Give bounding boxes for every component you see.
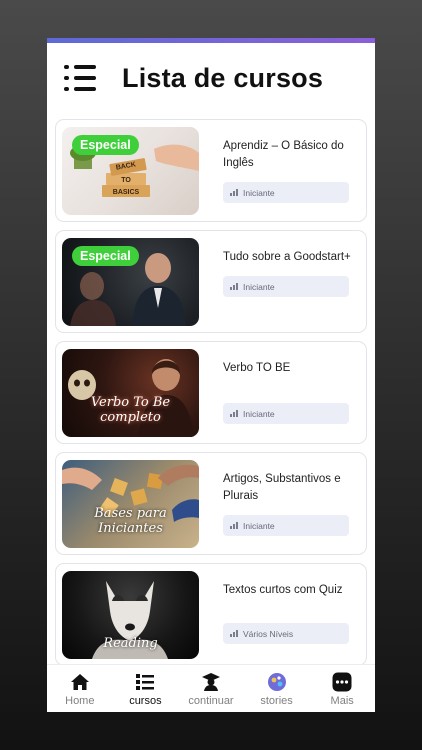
level-bars-icon xyxy=(230,410,238,417)
tab-stories[interactable]: stories xyxy=(244,665,310,712)
svg-text:TO: TO xyxy=(121,177,131,184)
app-screen: Lista de cursos Especial BACK TO BASICS xyxy=(47,38,375,712)
tab-label: continuar xyxy=(188,695,234,707)
tab-mais[interactable]: Mais xyxy=(309,665,375,712)
course-title: Verbo TO BE xyxy=(223,362,291,374)
tab-cursos[interactable]: cursos xyxy=(113,665,179,712)
level-label: Iniciante xyxy=(243,187,275,198)
level-label: Iniciante xyxy=(243,281,275,292)
course-list: Especial BACK TO BASICS Aprendiz – O Bás… xyxy=(47,113,375,666)
level-bars-icon xyxy=(230,630,238,637)
level-badge: Iniciante xyxy=(223,276,349,297)
course-thumbnail: Especial xyxy=(62,237,199,326)
course-thumbnail: Bases para Iniciantes xyxy=(62,459,199,548)
course-thumbnail: Especial BACK TO BASICS xyxy=(62,126,199,215)
level-bars-icon xyxy=(230,189,238,196)
course-card[interactable]: Bases para Iniciantes Artigos, Substanti… xyxy=(55,452,367,555)
tab-label: Mais xyxy=(330,695,354,707)
course-card[interactable]: Reading Textos curtos com Quiz Vários Ní… xyxy=(55,563,367,666)
thumbnail-caption: Reading xyxy=(103,635,158,651)
level-badge: Vários Níveis xyxy=(223,623,349,644)
course-card[interactable]: Verbo To Be completo Verbo TO BE Inician… xyxy=(55,341,367,444)
stories-icon xyxy=(267,672,287,692)
course-title: Textos curtos com Quiz xyxy=(223,584,343,596)
course-thumbnail: Reading xyxy=(62,570,199,659)
level-bars-icon xyxy=(230,283,238,290)
tab-label: Home xyxy=(65,695,95,707)
thumbnail-caption: Verbo To Be completo xyxy=(90,394,171,425)
tab-label: cursos xyxy=(129,695,162,707)
special-badge: Especial xyxy=(72,134,139,155)
home-icon xyxy=(70,672,90,692)
course-card[interactable]: Especial Tudo sobre a Goodstart+ Inician… xyxy=(55,230,367,333)
level-badge: Iniciante xyxy=(223,515,349,536)
header: Lista de cursos xyxy=(47,43,375,113)
tab-label: stories xyxy=(260,695,293,707)
thumbnail-caption: Bases para Iniciantes xyxy=(94,505,167,536)
course-title: Tudo sobre a Goodstart+ xyxy=(223,251,351,263)
level-bars-icon xyxy=(230,522,238,529)
course-thumbnail: Verbo To Be completo xyxy=(62,348,199,437)
course-card[interactable]: Especial BACK TO BASICS Aprendiz – O Bás… xyxy=(55,119,367,222)
more-icon xyxy=(332,672,352,692)
level-label: Vários Níveis xyxy=(243,628,294,639)
level-badge: Iniciante xyxy=(223,403,349,424)
course-list-icon xyxy=(135,672,155,692)
graduate-icon xyxy=(201,672,221,692)
menu-icon[interactable] xyxy=(64,65,96,91)
level-label: Iniciante xyxy=(243,408,275,419)
svg-text:BASICS: BASICS xyxy=(113,189,140,196)
level-label: Iniciante xyxy=(243,520,275,531)
special-badge: Especial xyxy=(72,245,139,266)
course-title: Aprendiz – O Básico do Inglês xyxy=(223,140,344,169)
level-badge: Iniciante xyxy=(223,182,349,203)
tab-continuar[interactable]: continuar xyxy=(178,665,244,712)
page-title: Lista de cursos xyxy=(122,62,324,93)
course-title: Artigos, Substantivos e Plurais xyxy=(223,473,341,502)
tab-home[interactable]: Home xyxy=(47,665,113,712)
bottom-tab-bar: Home cursos continuar stories Mais xyxy=(47,664,375,712)
